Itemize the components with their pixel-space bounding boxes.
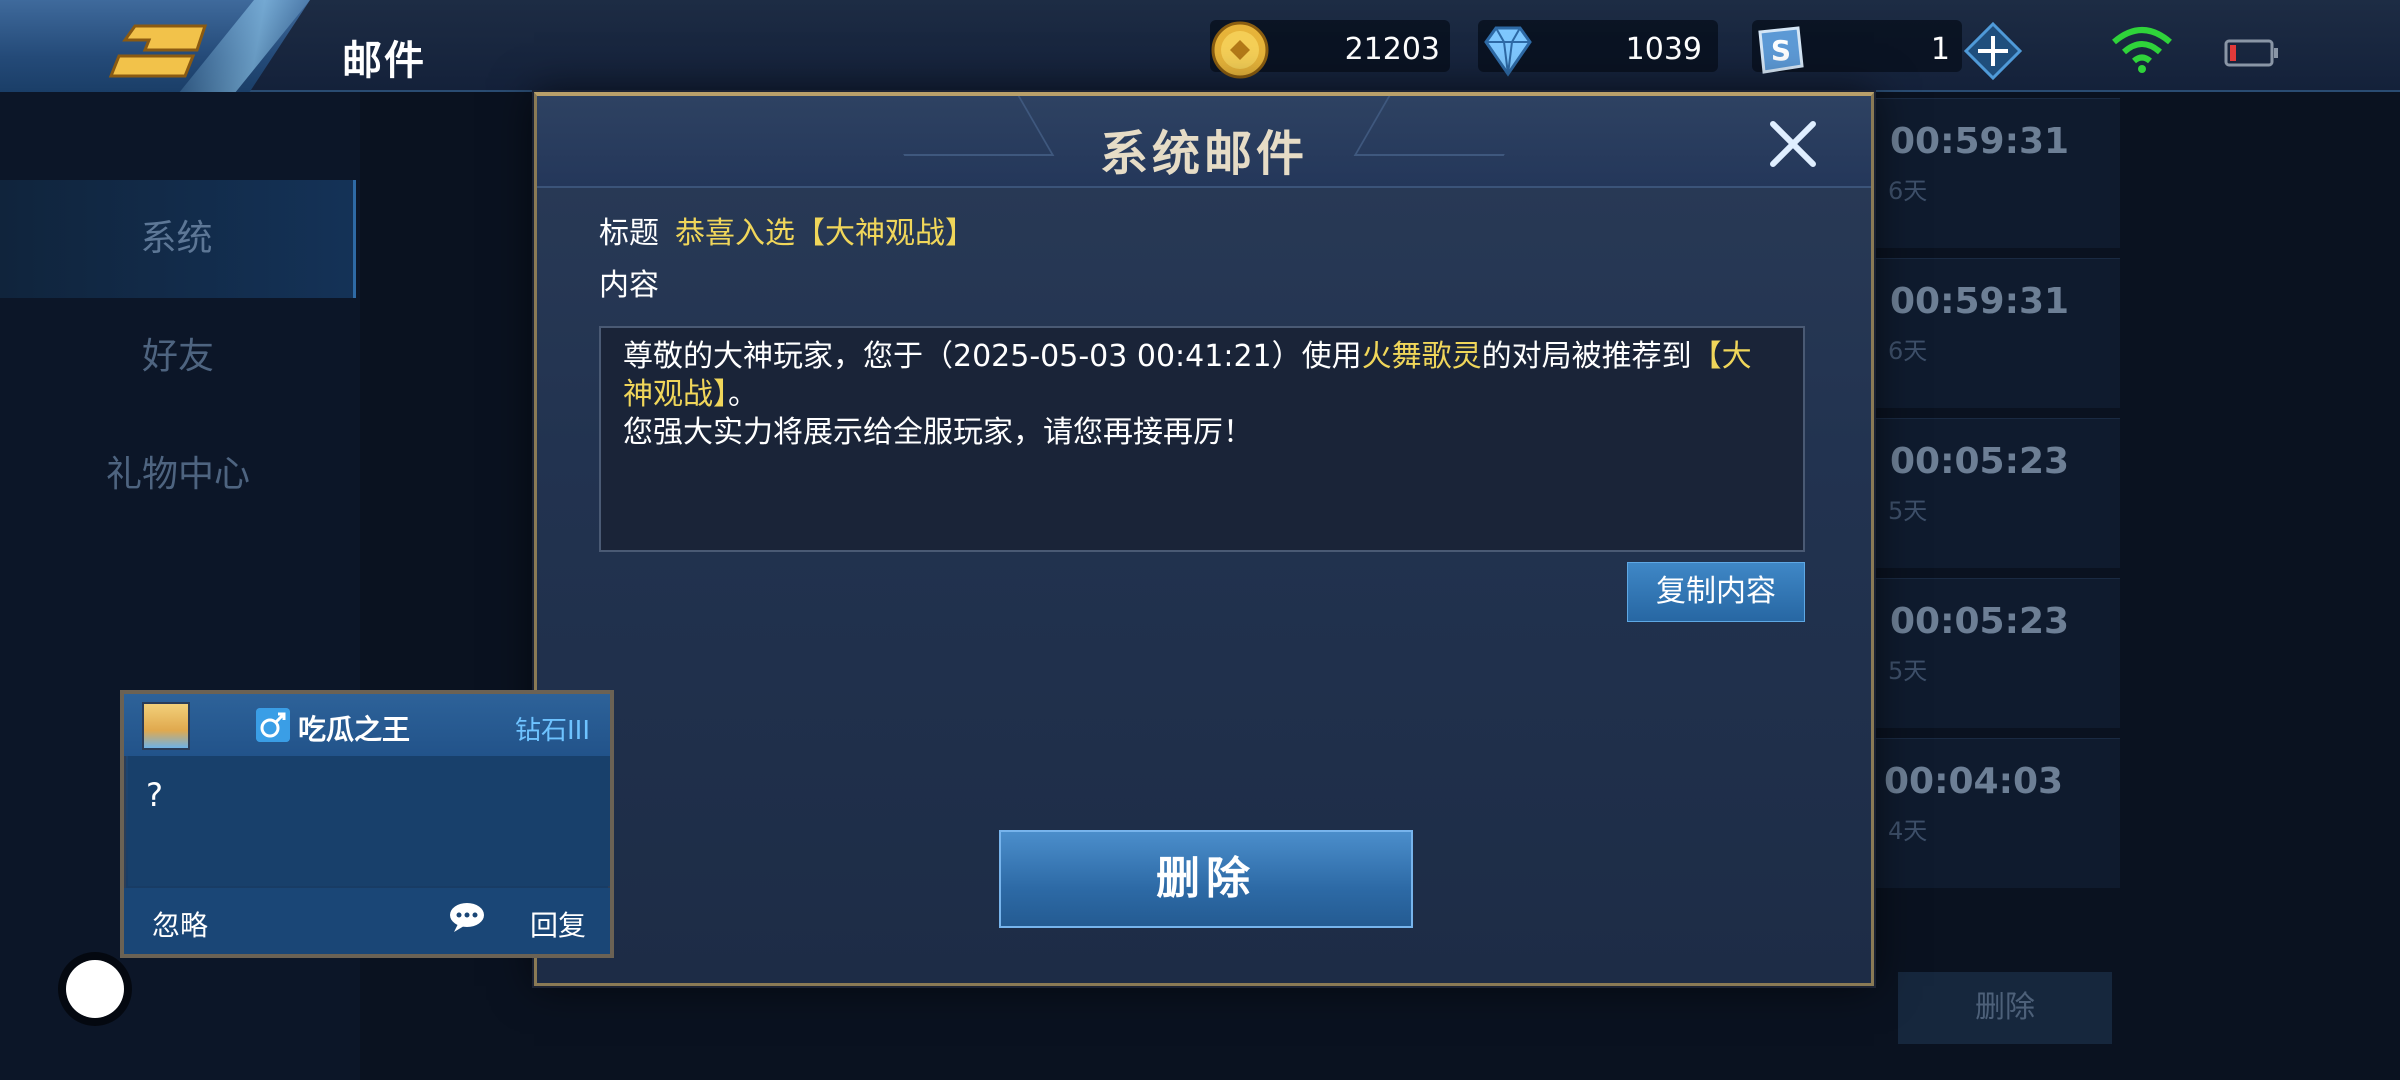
mail-item-time: 00:59:31: [1890, 121, 2070, 162]
chat-header: 吃瓜之王 钻石III: [124, 694, 610, 756]
tab-gift-center[interactable]: 礼物中心: [0, 416, 356, 534]
battery-icon: [2224, 39, 2278, 67]
mail-item-time: 00:59:31: [1890, 281, 2070, 322]
content-label: 内容: [599, 268, 659, 303]
mail-item-days: 6天: [1888, 177, 1928, 205]
avatar[interactable]: [142, 702, 190, 750]
chat-body: ?: [128, 756, 610, 886]
gold-value: 21203: [1344, 32, 1440, 67]
reply-button[interactable]: 回复: [530, 904, 586, 944]
system-mail-dialog: 系统邮件 标题 恭喜入选【大神观战】 内容 尊敬的大神玩家，您于（2025-05…: [534, 92, 1874, 986]
mail-item-time: 00:04:03: [1884, 761, 2064, 802]
mail-item-days: 4天: [1888, 817, 1928, 845]
back-button[interactable]: [0, 0, 310, 104]
subject-label: 标题: [599, 216, 659, 251]
back-arrow-icon: [108, 24, 208, 78]
content-text: 。: [728, 377, 758, 412]
copy-content-button[interactable]: 复制内容: [1627, 562, 1805, 622]
delete-button[interactable]: 删除: [999, 830, 1413, 928]
mail-item-days: 5天: [1888, 497, 1928, 525]
dialog-title: 系统邮件: [1099, 126, 1308, 182]
mail-content-box: 尊敬的大神玩家，您于（2025-05-03 00:41:21）使用火舞歌灵的对局…: [599, 326, 1805, 552]
floating-assistive-button[interactable]: [66, 960, 124, 1018]
ticket-value: 1: [1930, 32, 1950, 67]
chat-sender-rank: 钻石III: [514, 716, 590, 746]
chat-message: ?: [146, 776, 163, 814]
close-icon[interactable]: [1765, 116, 1821, 172]
mail-item-days: 6天: [1888, 337, 1928, 365]
svg-text:S: S: [1771, 34, 1791, 67]
chat-footer: 忽略 回复: [124, 888, 610, 954]
mail-item-time: 00:05:23: [1890, 601, 2070, 642]
mail-item-days: 5天: [1888, 657, 1928, 685]
hero-name: 火舞歌灵: [1361, 339, 1482, 374]
ticket-icon: S: [1758, 26, 1804, 74]
content-line-2: 您强大实力将展示给全服玩家，请您再接再厉！: [623, 415, 1253, 450]
chat-sender-name: 吃瓜之王: [298, 713, 411, 746]
diamond-value: 1039: [1625, 32, 1702, 67]
chat-popup: 吃瓜之王 钻石III ? 忽略 回复: [120, 690, 614, 958]
top-bar: 邮件 21203 1039 S 1: [0, 0, 2400, 104]
chat-bubble-icon[interactable]: [448, 900, 486, 934]
wifi-icon: [2112, 27, 2172, 73]
add-currency-icon[interactable]: [1962, 20, 2024, 82]
mail-item-time: 00:05:23: [1890, 441, 2070, 482]
content-text: 的对局被推荐到: [1481, 339, 1692, 374]
diamond-icon: [1484, 26, 1532, 77]
content-text: 尊敬的大神玩家，您于（2025-05-03 00:41:21）使用: [623, 339, 1362, 374]
page-title: 邮件: [342, 38, 426, 84]
tab-friends[interactable]: 好友: [0, 298, 356, 416]
subject-value: 恭喜入选【大神观战】: [675, 216, 975, 251]
list-delete-button[interactable]: 删除: [1898, 972, 2112, 1044]
gold-coin-icon: [1211, 21, 1269, 79]
tab-system[interactable]: 系统: [0, 180, 356, 298]
ignore-button[interactable]: 忽略: [152, 904, 208, 944]
dialog-header: 系统邮件: [537, 96, 1871, 188]
male-gender-icon: [256, 708, 290, 742]
